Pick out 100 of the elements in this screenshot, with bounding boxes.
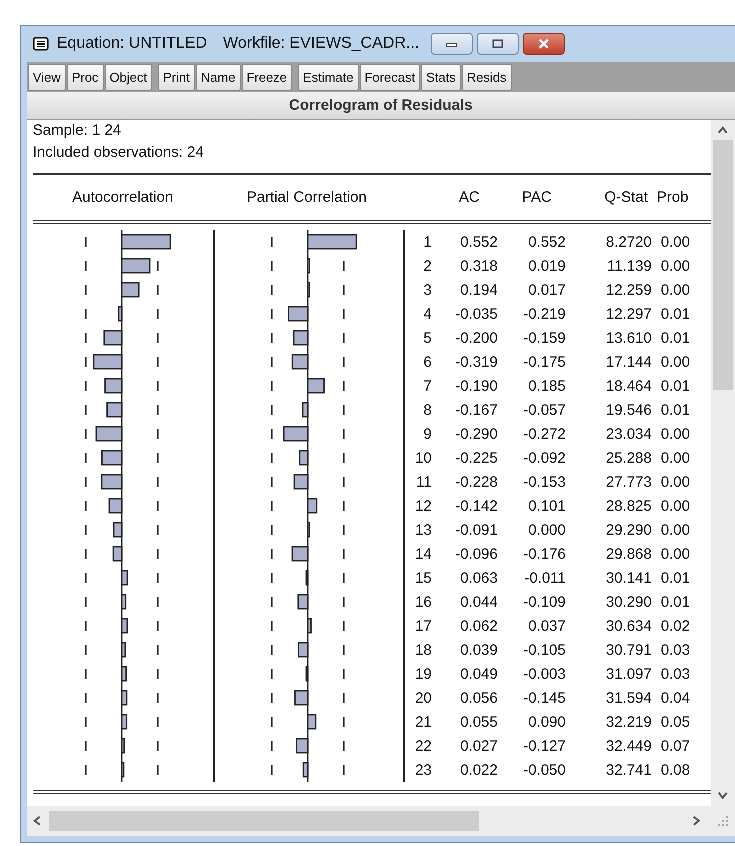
confidence-bound-mark	[271, 549, 273, 559]
partial-correlation-bar	[292, 354, 309, 370]
confidence-bound-mark	[157, 645, 159, 655]
toolbar-button[interactable]: Resids	[462, 64, 512, 90]
toolbar-button[interactable]: Stats	[421, 64, 461, 90]
table-cell-text: 30.290	[605, 594, 652, 610]
autocorrelation-bar	[121, 738, 126, 754]
confidence-bound-mark	[343, 477, 345, 487]
autocorrelation-bar	[101, 474, 123, 490]
scrollbar-thumb[interactable]	[49, 811, 479, 831]
partial-correlation-bar	[296, 738, 309, 754]
confidence-bound-mark	[157, 621, 159, 631]
scroll-right-icon[interactable]	[693, 815, 701, 827]
lag-cell-text: 10	[414, 450, 432, 466]
autocorrelation-bar	[121, 642, 126, 658]
autocorrelation-bar	[118, 306, 123, 322]
autocorrelation-bar	[121, 690, 128, 706]
confidence-bound-mark	[85, 357, 87, 367]
lag-cell-text: 8	[422, 402, 432, 418]
column-header: AC	[458, 189, 481, 206]
scroll-up-icon[interactable]	[717, 126, 729, 134]
table-cell-text: 29.290	[605, 522, 652, 538]
scroll-down-icon[interactable]	[717, 792, 729, 800]
confidence-bound-mark	[157, 309, 159, 319]
table-cell-text: 0.318	[459, 258, 498, 274]
confidence-bound-mark	[157, 525, 159, 535]
table-cell-text: -0.167	[454, 402, 498, 418]
table-cell-text: 32.219	[605, 714, 652, 730]
toolbar-button[interactable]: Freeze	[242, 64, 292, 90]
confidence-bound-mark	[85, 261, 87, 271]
autocorrelation-bar	[121, 234, 172, 250]
lag-cell-text: 1	[422, 234, 432, 250]
scroll-left-icon[interactable]	[33, 815, 41, 827]
table-cell-text: 0.062	[459, 618, 498, 634]
lag-cell-text: 21	[414, 714, 432, 730]
confidence-bound-mark	[271, 453, 273, 463]
table-cell-text: -0.127	[522, 738, 566, 754]
confidence-bound-mark	[85, 573, 87, 583]
table-cell-text: 0.00	[660, 450, 692, 466]
table-cell-text: 27.773	[605, 474, 652, 490]
table-cell-text: 32.741	[605, 762, 652, 778]
scrollbar-thumb[interactable]	[713, 140, 733, 390]
confidence-bound-mark	[343, 765, 345, 775]
toolbar-button[interactable]: Proc	[66, 64, 104, 90]
toolbar-button[interactable]: View	[28, 64, 66, 90]
partial-correlation-bar	[293, 330, 309, 346]
confidence-bound-mark	[271, 693, 273, 703]
maximize-button[interactable]	[477, 33, 520, 55]
table-cell-text: -0.035	[454, 306, 498, 322]
table-cell-text: 25.288	[605, 450, 652, 466]
lag-cell-text: 12	[414, 498, 432, 514]
table-cell-text: 0.02	[660, 618, 692, 634]
confidence-bound-mark	[343, 693, 345, 703]
table-cell-text: -0.109	[522, 594, 566, 610]
minimize-button[interactable]	[431, 33, 474, 55]
partial-correlation-bar	[307, 234, 358, 250]
toolbar-button[interactable]: Object	[104, 64, 152, 90]
table-cell-text: -0.096	[454, 546, 498, 562]
confidence-bound-mark	[157, 405, 159, 415]
confidence-bound-mark	[85, 405, 87, 415]
partial-correlation-bar	[306, 666, 309, 682]
toolbar-button[interactable]: Estimate	[298, 64, 359, 90]
confidence-bound-mark	[157, 261, 159, 271]
table-cell-text: 0.08	[660, 762, 692, 778]
table-cell-text: 0.07	[660, 738, 692, 754]
table-cell-text: -0.200	[454, 330, 498, 346]
confidence-bound-mark	[85, 237, 87, 247]
confidence-bound-mark	[271, 741, 273, 751]
observations-text: Included observations: 24	[33, 143, 205, 163]
table-cell-text: 0.055	[459, 714, 498, 730]
resize-grip-icon[interactable]	[717, 815, 729, 827]
toolbar-button[interactable]: Print	[158, 64, 195, 90]
table-cell-text: 0.00	[660, 258, 692, 274]
table-cell-text: 0.049	[459, 666, 498, 682]
table-cell-text: 0.01	[660, 306, 692, 322]
table-cell-text: 0.017	[527, 282, 566, 298]
table-cell-text: 0.101	[527, 498, 566, 514]
vertical-scrollbar[interactable]	[711, 120, 735, 806]
toolbar-button[interactable]: Name	[196, 64, 241, 90]
table-cell-text: 30.791	[605, 642, 652, 658]
lag-cell-text: 7	[422, 378, 432, 394]
confidence-bound-mark	[157, 381, 159, 391]
close-button[interactable]	[523, 33, 566, 55]
table-cell-text: 0.027	[459, 738, 498, 754]
table-cell-text: 19.546	[605, 402, 652, 418]
horizontal-scrollbar[interactable]	[27, 806, 735, 836]
toolbar-button[interactable]: Forecast	[360, 64, 420, 90]
confidence-bound-mark	[343, 381, 345, 391]
confidence-bound-mark	[85, 525, 87, 535]
partial-correlation-bar	[307, 714, 317, 730]
confidence-bound-mark	[157, 477, 159, 487]
confidence-bound-mark	[343, 573, 345, 583]
menu-icon[interactable]	[33, 37, 49, 51]
confidence-bound-mark	[271, 477, 273, 487]
table-cell-text: 12.297	[605, 306, 652, 322]
confidence-bound-mark	[271, 237, 273, 247]
lag-cell-text: 23	[414, 762, 432, 778]
table-cell-text: 0.090	[527, 714, 566, 730]
table-cell-text: -0.175	[522, 354, 566, 370]
lag-cell-text: 14	[414, 546, 432, 562]
